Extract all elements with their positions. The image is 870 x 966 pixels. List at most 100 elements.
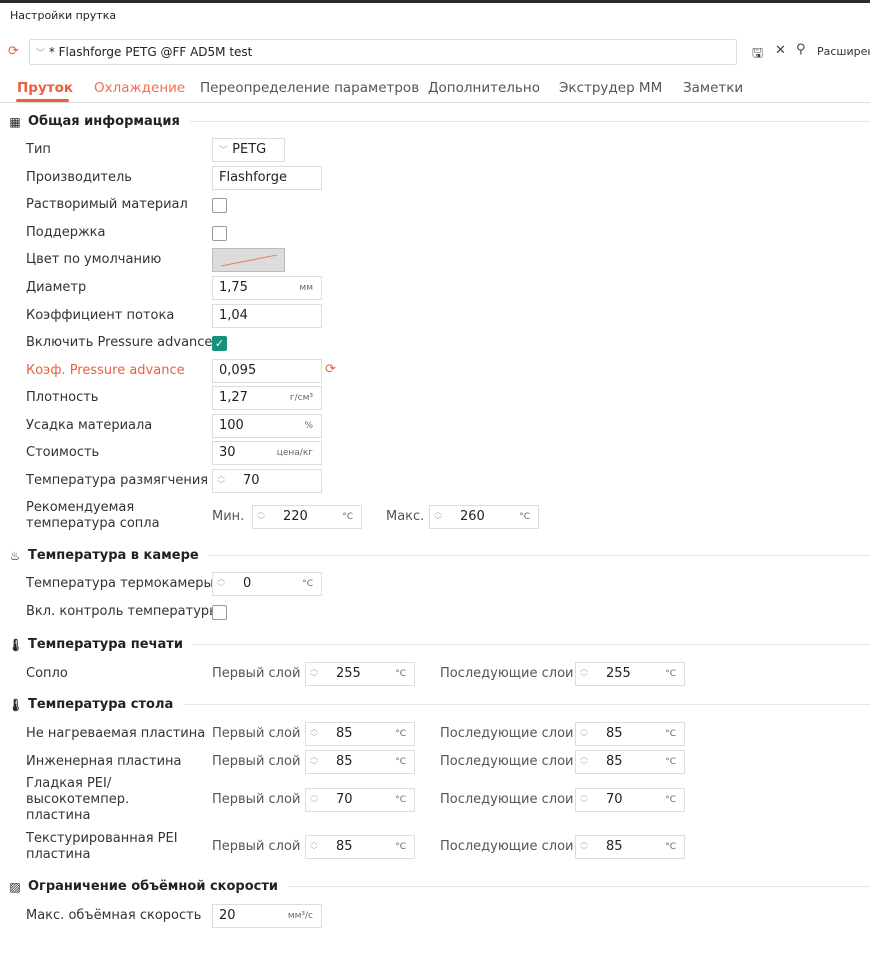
bed-first-spinbox[interactable]: ︿ ﹀ 85 °C [305,722,415,746]
soften-spinbox[interactable]: ︿ ﹀ 70 [212,469,322,493]
nozzle-other-spinbox[interactable]: ︿ ﹀ 255 °C [575,662,685,686]
first-layer-label: Первый слой [212,792,301,807]
min-value: 220 [283,509,308,524]
unit: °C [395,795,406,805]
tab-cooling[interactable]: Охлаждение [94,80,185,96]
save-icon[interactable]: 🖫 [752,44,763,66]
type-select[interactable]: ﹀ PETG [212,138,285,162]
close-icon[interactable]: ✕ [775,43,786,58]
spin-arrows-icon[interactable]: ︿ ﹀ [217,574,225,592]
nozzle-range-label: Рекомендуемая температура сопла [26,500,160,531]
section-title: Температура в камере [28,548,199,563]
unit: °C [665,795,676,805]
spin-arrows-icon[interactable]: ︿ ﹀ [580,837,588,855]
reset-icon[interactable]: ⟳ [8,44,19,59]
chevron-down-icon: ﹀ [36,49,46,59]
cost-label: Стоимость [26,445,100,460]
unit: °C [395,729,406,739]
other-layers-label: Последующие слои [440,839,574,854]
chamber-control-checkbox[interactable] [212,605,227,620]
tab-notes[interactable]: Заметки [683,80,743,96]
vendor-input[interactable]: Flashforge [212,166,322,190]
spin-arrows-icon[interactable]: ︿ ﹀ [257,507,265,525]
section-volumetric: ▨ Ограничение объёмной скорости [8,879,870,894]
spin-arrows-icon[interactable]: ︿ ﹀ [434,507,442,525]
color-label: Цвет по умолчанию [26,252,162,267]
search-icon[interactable]: ⚲ [796,42,806,57]
tab-overrides[interactable]: Переопределение параметров [200,80,419,96]
first-layer-label: Первый слой [212,754,301,769]
value: 70 [606,792,623,807]
diameter-input[interactable]: 1,75 мм [212,276,322,300]
nozzle-first-spinbox[interactable]: ︿ ﹀ 255 °C [305,662,415,686]
spin-arrows-icon[interactable]: ︿ ﹀ [310,664,318,682]
spin-arrows-icon[interactable]: ︿ ﹀ [580,724,588,742]
window-frame [0,0,870,3]
bed-other-spinbox[interactable]: ︿ ﹀ 85 °C [575,722,685,746]
max-volumetric-input[interactable]: 20 мм³/с [212,904,322,928]
vendor-label: Производитель [26,170,132,185]
support-label: Поддержка [26,225,106,240]
spin-arrows-icon[interactable]: ︿ ﹀ [310,790,318,808]
pa-input[interactable]: 0,095 [212,359,322,383]
pa-label: Коэф. Pressure advance [26,363,185,378]
unit: мм³/с [287,911,313,921]
spin-arrows-icon[interactable]: ︿ ﹀ [580,664,588,682]
section-title: Температура печати [28,637,183,652]
pa-enable-checkbox[interactable]: ✓ [212,336,227,351]
tab-divider [0,102,870,103]
tab-mm-extruder[interactable]: Экструдер ММ [559,80,662,96]
bed-first-spinbox[interactable]: ︿ ﹀ 85 °C [305,750,415,774]
spin-arrows-icon[interactable]: ︿ ﹀ [310,752,318,770]
spin-arrows-icon[interactable]: ︿ ﹀ [310,837,318,855]
spin-arrows-icon[interactable]: ︿ ﹀ [217,471,225,489]
spin-arrows-icon[interactable]: ︿ ﹀ [580,752,588,770]
soluble-checkbox[interactable] [212,198,227,213]
bed-first-spinbox[interactable]: ︿ ﹀ 70 °C [305,788,415,812]
flow-input[interactable]: 1,04 [212,304,322,328]
chamber-control-label: Вкл. контроль температуры [26,604,220,619]
chamber-temp-value: 0 [243,576,252,591]
shrink-input[interactable]: 100% [212,414,322,438]
support-checkbox[interactable] [212,226,227,241]
cost-input[interactable]: 30 цена/кг [212,441,322,465]
bed-other-spinbox[interactable]: ︿ ﹀ 85 °C [575,835,685,859]
unit: °C [665,757,676,767]
thermometer-icon: 🌡 [8,637,24,652]
unit: % [304,421,313,431]
speed-limit-icon: ▨ [9,879,21,894]
color-picker-button[interactable] [212,248,285,272]
other-layers-label: Последующие слои [440,754,574,769]
diameter-value: 1,75 [219,280,248,295]
bed-plate-label: Текстурированная PEI пластина [26,831,178,862]
spin-arrows-icon[interactable]: ︿ ﹀ [310,724,318,742]
value: 255 [606,666,631,681]
spin-arrows-icon[interactable]: ︿ ﹀ [580,790,588,808]
unit: °C [342,512,353,522]
tab-filament[interactable]: Пруток [17,80,73,96]
bed-plate-label: Инженерная пластина [26,754,182,769]
unit: °C [302,579,313,589]
max-value: 260 [460,509,485,524]
preset-select[interactable]: ﹀ * Flashforge PETG @FF AD5M test [29,39,737,65]
bed-other-spinbox[interactable]: ︿ ﹀ 85 °C [575,750,685,774]
max-temp-spinbox[interactable]: ︿ ﹀ 260 °C [429,505,539,529]
soften-label: Температура размягчения [26,473,209,488]
reset-icon[interactable]: ⟳ [325,362,336,377]
max-volumetric-label: Макс. объёмная скорость [26,908,202,923]
density-input[interactable]: 1,27 г/см³ [212,386,322,410]
bed-first-spinbox[interactable]: ︿ ﹀ 85 °C [305,835,415,859]
tab-advanced[interactable]: Дополнительно [428,80,540,96]
min-label: Мин. [212,509,245,524]
unit: мм [299,283,313,293]
bed-other-spinbox[interactable]: ︿ ﹀ 70 °C [575,788,685,812]
min-temp-spinbox[interactable]: ︿ ﹀ 220 °C [252,505,362,529]
advanced-toggle[interactable]: Расширен [817,45,870,58]
value: 85 [606,839,623,854]
section-general: ▦ Общая информация [8,114,870,129]
cost-value: 30 [219,445,236,460]
section-title: Общая информация [28,114,180,129]
unit: °C [519,512,530,522]
chamber-temp-spinbox[interactable]: ︿ ﹀ 0 °C [212,572,322,596]
unit: цена/кг [276,448,313,458]
